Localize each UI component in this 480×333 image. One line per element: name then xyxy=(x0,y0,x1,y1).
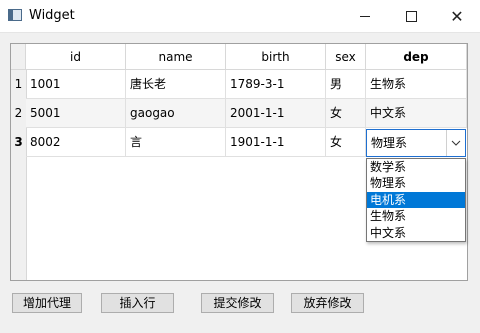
column-header-birth[interactable]: birth xyxy=(226,44,326,70)
close-button[interactable]: ✕ xyxy=(434,0,480,32)
close-icon: ✕ xyxy=(450,6,464,26)
dropdown-option[interactable]: 物理系 xyxy=(367,175,465,191)
cell-sex[interactable]: 女 xyxy=(326,128,366,157)
table-row[interactable]: 5001 gaogao 2001-1-1 女 中文系 xyxy=(26,99,467,128)
dropdown-option[interactable]: 生物系 xyxy=(367,208,465,224)
title-bar: Widget ✕ xyxy=(0,0,480,33)
insert-row-button[interactable]: 插入行 xyxy=(101,293,174,313)
column-header-sex[interactable]: sex xyxy=(326,44,366,70)
combobox-value: 物理系 xyxy=(371,136,408,150)
maximize-icon xyxy=(405,10,417,22)
cell-dep[interactable]: 中文系 xyxy=(366,99,467,128)
data-table[interactable]: id name birth sex dep 1 2 3 1001 唐长老 178… xyxy=(10,43,468,281)
row-header-2[interactable]: 2 xyxy=(11,99,26,128)
minimize-button[interactable] xyxy=(342,0,388,32)
row-header-3[interactable]: 3 xyxy=(11,128,26,157)
row-header-1[interactable]: 1 xyxy=(11,70,26,99)
dep-dropdown-list[interactable]: 数学系 物理系 电机系 生物系 中文系 xyxy=(366,158,466,242)
cell-sex[interactable]: 女 xyxy=(326,99,366,128)
cell-dep[interactable]: 生物系 xyxy=(366,70,467,99)
add-delegate-button[interactable]: 增加代理 xyxy=(12,293,82,313)
cell-name[interactable]: gaogao xyxy=(126,99,226,128)
cell-birth[interactable]: 1901-1-1 xyxy=(226,128,326,157)
dropdown-option-highlighted[interactable]: 电机系 xyxy=(367,191,465,209)
revert-changes-button[interactable]: 放弃修改 xyxy=(291,293,364,313)
submit-changes-button[interactable]: 提交修改 xyxy=(201,293,274,313)
cell-id[interactable]: 5001 xyxy=(26,99,126,128)
table-corner[interactable] xyxy=(11,44,26,70)
column-header-id[interactable]: id xyxy=(26,44,126,70)
column-header-name[interactable]: name xyxy=(126,44,226,70)
cell-name[interactable]: 言 xyxy=(126,128,226,157)
column-header-dep[interactable]: dep xyxy=(366,44,467,70)
cell-name[interactable]: 唐长老 xyxy=(126,70,226,99)
cell-birth[interactable]: 1789-3-1 xyxy=(226,70,326,99)
cell-birth[interactable]: 2001-1-1 xyxy=(226,99,326,128)
maximize-button[interactable] xyxy=(388,0,434,32)
window-icon xyxy=(8,9,22,21)
cell-sex[interactable]: 男 xyxy=(326,70,366,99)
combobox-dropdown-button[interactable] xyxy=(446,130,465,156)
dropdown-option[interactable]: 数学系 xyxy=(367,159,465,175)
table-row[interactable]: 1001 唐长老 1789-3-1 男 生物系 xyxy=(26,70,467,99)
dropdown-option[interactable]: 中文系 xyxy=(367,225,465,241)
minimize-icon xyxy=(360,15,370,17)
cell-id[interactable]: 8002 xyxy=(26,128,126,157)
window-title: Widget xyxy=(29,8,75,23)
dep-combobox[interactable]: 物理系 xyxy=(366,129,466,157)
cell-id[interactable]: 1001 xyxy=(26,70,126,99)
chevron-down-icon xyxy=(451,140,461,146)
